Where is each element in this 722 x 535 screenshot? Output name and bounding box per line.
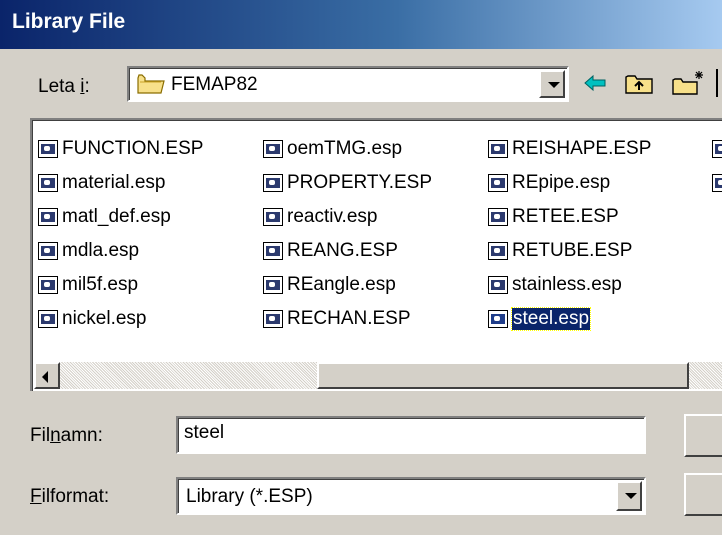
list-item-selected[interactable]: steel.esp <box>488 302 651 336</box>
filetype-dropdown[interactable]: Library (*.ESP) <box>176 477 646 515</box>
file-icon <box>488 208 508 226</box>
list-item[interactable]: FUNCTION.ESP <box>38 132 203 166</box>
back-arrow-icon[interactable] <box>582 69 608 97</box>
file-icon <box>488 242 508 260</box>
list-item[interactable]: RECHAN.ESP <box>263 302 432 336</box>
list-item[interactable]: RETUBE.ESP <box>488 234 651 268</box>
list-item[interactable]: matl_def.esp <box>38 200 203 234</box>
new-folder-icon[interactable] <box>671 69 707 97</box>
look-in-value: FEMAP82 <box>171 74 258 95</box>
file-icon <box>263 276 283 294</box>
filename-label: Filnamn: <box>30 425 103 446</box>
file-icon <box>712 174 722 192</box>
look-in-label: Leta i: <box>38 76 90 97</box>
folder-icon <box>137 74 165 94</box>
file-icon <box>263 140 283 158</box>
scroll-thumb[interactable] <box>317 362 689 389</box>
file-icon <box>263 242 283 260</box>
horizontal-scrollbar[interactable] <box>34 362 722 389</box>
file-icon <box>712 140 722 158</box>
cancel-button[interactable] <box>684 473 722 516</box>
list-item[interactable]: nickel.esp <box>38 302 203 336</box>
file-icon <box>38 208 58 226</box>
file-icon <box>488 310 508 328</box>
file-column-1: FUNCTION.ESP material.esp matl_def.esp m… <box>38 132 203 336</box>
scroll-left-button[interactable] <box>34 362 60 389</box>
list-item[interactable]: oemTMG.esp <box>263 132 432 166</box>
file-icon <box>263 310 283 328</box>
file-icon <box>488 174 508 192</box>
file-icon <box>488 140 508 158</box>
look-in-dropdown[interactable]: FEMAP82 <box>127 66 569 102</box>
list-item[interactable]: REISHAPE.ESP <box>488 132 651 166</box>
file-icon <box>38 276 58 294</box>
filetype-value: Library (*.ESP) <box>186 486 313 507</box>
list-item[interactable]: mdla.esp <box>38 234 203 268</box>
file-list[interactable]: FUNCTION.ESP material.esp matl_def.esp m… <box>30 118 722 391</box>
filename-input[interactable]: steel <box>176 416 646 454</box>
file-column-2: oemTMG.esp PROPERTY.ESP reactiv.esp REAN… <box>263 132 432 336</box>
list-item[interactable]: REpipe.esp <box>488 166 651 200</box>
list-item[interactable]: PROPERTY.ESP <box>263 166 432 200</box>
title-bar: Library File <box>0 0 722 49</box>
file-icon <box>38 242 58 260</box>
file-icon <box>38 174 58 192</box>
file-icon <box>263 174 283 192</box>
file-icon <box>488 276 508 294</box>
window-title: Library File <box>12 10 126 33</box>
view-button-partial[interactable] <box>716 69 722 97</box>
look-in-dropdown-button[interactable] <box>539 70 565 98</box>
list-item[interactable]: stainless.esp <box>488 268 651 302</box>
up-folder-icon[interactable] <box>624 69 654 97</box>
open-button[interactable] <box>684 414 722 457</box>
list-item[interactable]: mil5f.esp <box>38 268 203 302</box>
list-item[interactable]: RETEE.ESP <box>488 200 651 234</box>
list-item[interactable] <box>712 132 722 166</box>
file-icon <box>38 310 58 328</box>
file-icon <box>38 140 58 158</box>
file-column-3: REISHAPE.ESP REpipe.esp RETEE.ESP RETUBE… <box>488 132 651 336</box>
list-item[interactable]: material.esp <box>38 166 203 200</box>
list-item[interactable] <box>712 166 722 200</box>
list-item[interactable]: reactiv.esp <box>263 200 432 234</box>
list-item[interactable]: REANG.ESP <box>263 234 432 268</box>
list-item[interactable]: REangle.esp <box>263 268 432 302</box>
filetype-label: Filformat: <box>30 486 110 507</box>
file-icon <box>263 208 283 226</box>
filetype-dropdown-button[interactable] <box>616 481 642 511</box>
file-column-4-partial <box>712 132 722 200</box>
